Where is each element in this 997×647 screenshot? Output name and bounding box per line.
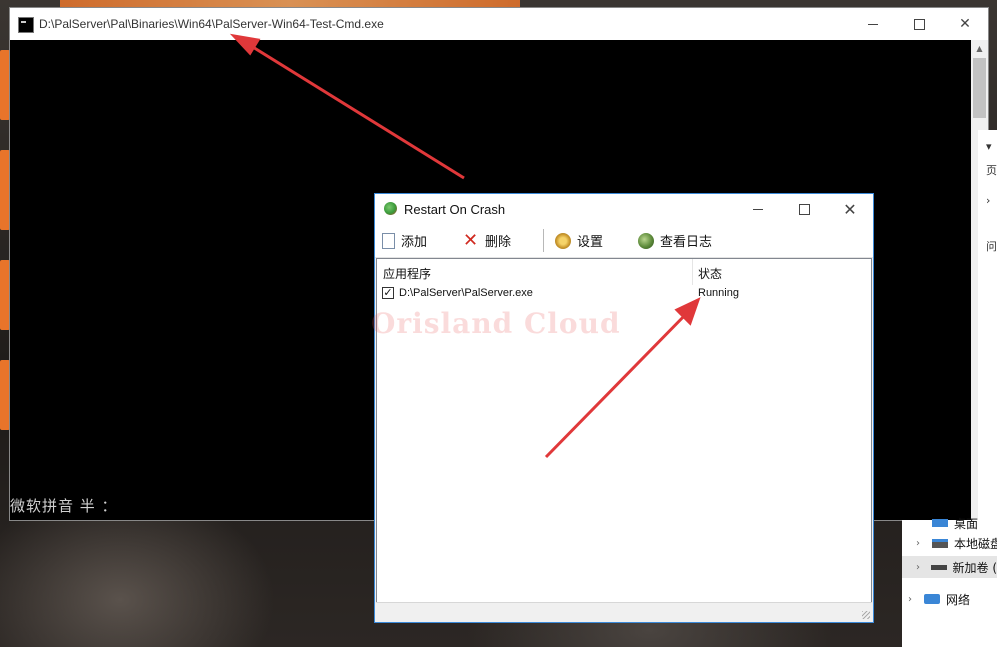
maximize-icon [913,18,925,30]
dialog-maximize-button[interactable] [781,194,827,224]
toolbar: 添加 ✕ 删除 设置 查看日志 [375,224,873,258]
drive-icon [931,564,947,570]
background-window-edge: ▾ 页 › 问 [978,130,997,520]
settings-button-label: 设置 [577,235,604,250]
nav-item-network[interactable]: › 网络 [908,588,970,610]
nav-item-label: 网络 [946,592,971,607]
delete-button-label: 删除 [485,235,512,250]
console-maximize-button[interactable] [896,8,942,40]
resize-grip-icon[interactable] [862,611,870,619]
dialog-title: Restart On Crash [404,202,506,217]
scroll-thumb[interactable] [973,58,986,118]
ime-indicator: 微软拼音 半 ： [10,497,118,515]
dialog-titlebar[interactable]: Restart On Crash ✕ [375,194,873,224]
add-button-label: 添加 [401,235,428,250]
dialog-close-button[interactable]: ✕ [827,194,873,224]
side-strip-char: 问 [986,240,997,253]
application-list[interactable]: 应用程序 状态 ✓ D:\PalServer\PalServer.exe Run… [371,258,872,604]
console-close-button[interactable]: ✕ [942,8,988,40]
delete-button[interactable]: ✕ 删除 [463,224,511,257]
row-checkbox[interactable]: ✓ [382,287,394,299]
nav-item-label: 本地磁盘 [954,536,997,551]
desktop-icon [932,519,948,527]
nav-item-desktop[interactable]: 桌面 [916,512,978,534]
close-icon: ✕ [959,16,971,32]
console-minimize-button[interactable] [850,8,896,40]
dropdown-chevron-icon: ▾ [986,140,992,153]
nav-item-new-volume[interactable]: › 新加卷 ( [902,556,997,578]
settings-button[interactable]: 设置 [555,224,603,257]
minimize-icon [868,23,878,25]
dialog-minimize-button[interactable] [735,194,781,224]
settings-icon [555,232,571,249]
log-icon [638,232,654,249]
restart-on-crash-window[interactable]: Restart On Crash ✕ 添加 ✕ 删除 设置 查看日志 应用程序 … [371,193,874,623]
explorer-nav-pane: 桌面 › 本地磁盘 › 新加卷 ( › 网络 [902,517,997,647]
list-item[interactable]: ✓ D:\PalServer\PalServer.exe Running [377,285,871,303]
nav-item-label: 桌面 [954,516,979,531]
watermark-text: Orisland Cloud [371,307,621,340]
cell-status: Running [698,287,739,299]
view-log-button-label: 查看日志 [660,235,713,250]
side-strip-char: 页 [986,164,997,177]
network-icon [924,594,940,604]
chevron-right-icon: › [986,194,991,207]
delete-x-icon: ✕ [463,229,479,251]
chevron-right-icon: › [908,593,912,605]
drive-icon [932,538,948,548]
restart-app-icon [384,202,397,215]
view-log-button[interactable]: 查看日志 [638,224,712,257]
status-bar [376,602,872,621]
toolbar-separator [543,229,544,252]
console-titlebar[interactable]: D:\PalServer\Pal\Binaries\Win64\PalServe… [10,8,988,40]
column-header-status[interactable]: 状态 [698,265,722,282]
chevron-right-icon: › [916,561,920,573]
console-title: D:\PalServer\Pal\Binaries\Win64\PalServe… [39,17,384,31]
chevron-right-icon: › [916,537,920,549]
column-divider[interactable] [692,259,693,285]
scroll-up-icon[interactable]: ▲ [971,40,988,57]
column-header-application[interactable]: 应用程序 [383,265,431,282]
list-header: 应用程序 状态 [377,259,871,285]
new-document-icon [382,232,395,249]
nav-item-label: 新加卷 ( [952,560,997,575]
close-icon: ✕ [843,199,857,219]
console-app-icon [18,17,34,33]
cell-application-path: D:\PalServer\PalServer.exe [399,287,533,299]
nav-item-local-disk[interactable]: › 本地磁盘 [916,532,997,554]
maximize-icon [798,203,810,215]
add-button[interactable]: 添加 [382,224,427,257]
minimize-icon [753,208,763,210]
